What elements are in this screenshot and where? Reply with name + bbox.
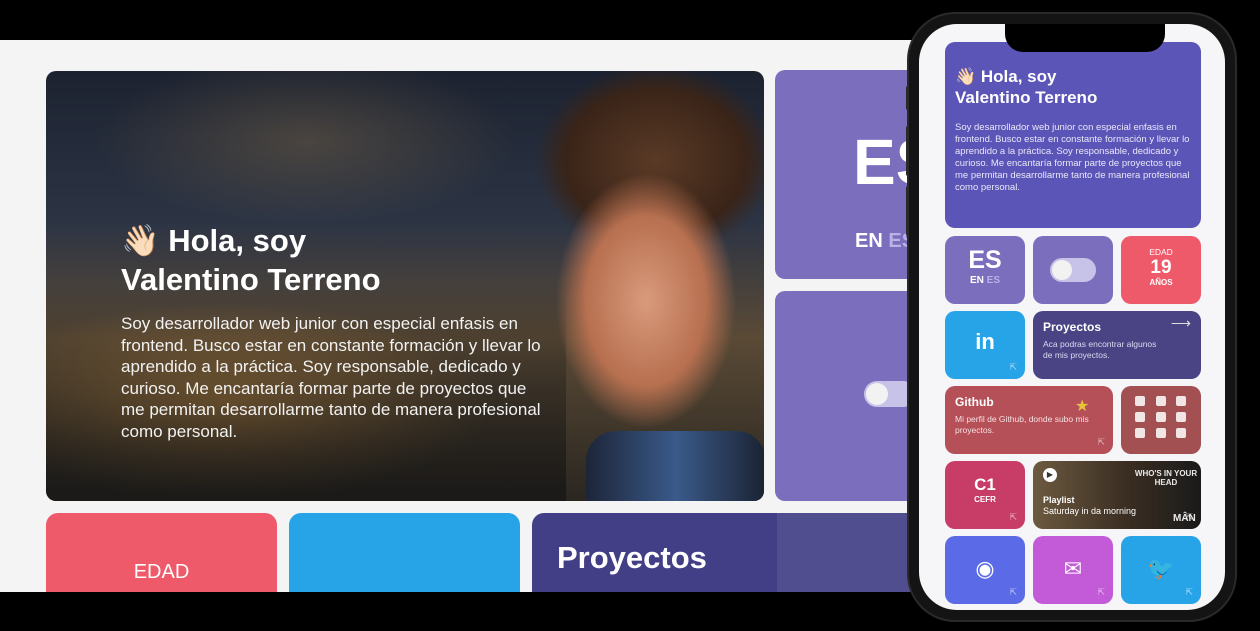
hero-description: Soy desarrollador web junior con especia… xyxy=(121,314,541,441)
mobile-github-card[interactable]: Github Mi perfil de Github, donde subo m… xyxy=(945,386,1113,454)
mobile-language-current: ES xyxy=(968,246,1002,274)
css3-icon xyxy=(1155,396,1166,406)
mobile-toggle-knob xyxy=(1052,260,1072,280)
js-icon xyxy=(1155,412,1166,422)
mobile-theme-toggle-card xyxy=(1033,236,1113,304)
star-icon: ★ xyxy=(1075,398,1090,415)
wave-icon: 👋🏻 xyxy=(121,223,160,258)
hero-text: 👋🏻 Hola, soy Valentino Terreno Soy desar… xyxy=(121,221,541,442)
age-label: EDAD xyxy=(133,561,190,583)
mobile-language-options: EN ES xyxy=(945,275,1025,286)
discord-icon: ◉ xyxy=(975,556,995,581)
external-link-icon: ⇱ xyxy=(1097,437,1105,447)
mail-icon: ✉ xyxy=(1063,556,1083,581)
external-link-icon: ⇱ xyxy=(1185,587,1193,597)
twitter-icon: 🐦 xyxy=(1147,556,1175,581)
play-icon[interactable]: ▶ xyxy=(1043,468,1057,482)
mobile-cefr-card[interactable]: C1 CEFR ⇱ xyxy=(945,461,1025,529)
linkedin-card[interactable] xyxy=(289,513,520,592)
phone-screen: 👋🏻 Hola, soy Valentino Terreno Soy desar… xyxy=(919,24,1225,610)
mobile-age-label: EDAD xyxy=(1149,247,1173,257)
puzzle-icon xyxy=(1135,428,1145,438)
external-link-icon: ⇱ xyxy=(1009,587,1017,597)
mobile-age-card: EDAD 19 AÑOS xyxy=(1121,236,1201,304)
mobile-hero-title-line2: Valentino Terreno xyxy=(955,88,1098,107)
hero-title-line2: Valentino Terreno xyxy=(121,262,381,297)
mobile-hero-title: 👋🏻 Hola, soy Valentino Terreno xyxy=(955,66,1097,108)
hero-armor xyxy=(586,431,764,501)
mobile-age-unit: AÑOS xyxy=(1149,278,1173,287)
git-icon xyxy=(1176,412,1187,422)
age-card: EDAD xyxy=(46,513,277,592)
app-icon xyxy=(1176,428,1187,438)
mobile-discord-card[interactable]: ◉ ⇱ xyxy=(945,536,1025,604)
projects-title: Proyectos xyxy=(557,540,707,575)
mobile-language-option-es[interactable]: ES xyxy=(987,275,1000,286)
theme-toggle-card xyxy=(775,291,930,501)
mobile-hero-card: 👋🏻 Hola, soy Valentino Terreno Soy desar… xyxy=(945,42,1201,228)
mobile-twitter-card[interactable]: 🐦 ⇱ xyxy=(1121,536,1201,604)
hero-title-line1: Hola, soy xyxy=(168,223,307,258)
desktop-preview: 👋🏻 Hola, soy Valentino Terreno Soy desar… xyxy=(0,40,930,592)
external-link-icon: ⇱ xyxy=(1009,512,1017,522)
mobile-hero-description: Soy desarrollador web junior con especia… xyxy=(955,122,1190,193)
mobile-theme-toggle[interactable] xyxy=(1050,258,1096,282)
phone-notch xyxy=(1005,24,1165,52)
toggle-knob xyxy=(866,383,888,405)
mobile-tech-stack-card xyxy=(1121,386,1201,454)
playlist-subtitle: Saturday in da morning xyxy=(1043,506,1137,516)
external-link-icon: ⇱ xyxy=(1009,362,1017,372)
linkedin-icon: in xyxy=(975,329,995,354)
mobile-projects-description: Aca podras encontrar algunos de mis proy… xyxy=(1043,339,1157,360)
projects-background-image xyxy=(777,513,930,592)
arrow-right-icon: ⟶ xyxy=(1170,315,1191,331)
hero-title: 👋🏻 Hola, soy Valentino Terreno xyxy=(121,221,541,299)
gear-icon xyxy=(1155,428,1166,438)
mobile-playlist-card[interactable]: ▶ Playlist Saturday in da morning WHO'S … xyxy=(1033,461,1201,529)
tech-icons-grid xyxy=(1135,396,1191,438)
image-icon xyxy=(1176,396,1187,406)
mobile-age-value: 19 xyxy=(1150,257,1172,278)
projects-card[interactable]: Proyectos xyxy=(532,513,930,592)
phone-frame: 👋🏻 Hola, soy Valentino Terreno Soy desar… xyxy=(909,14,1235,620)
mobile-language-option-en[interactable]: EN xyxy=(970,275,984,286)
angular-icon xyxy=(1135,412,1145,422)
mobile-hero-title-line1: 👋🏻 Hola, soy xyxy=(955,67,1057,86)
mobile-projects-title: Proyectos xyxy=(1043,320,1102,334)
hero-card: 👋🏻 Hola, soy Valentino Terreno Soy desar… xyxy=(46,71,764,501)
mobile-linkedin-card[interactable]: in ⇱ xyxy=(945,311,1025,379)
mobile-language-card[interactable]: ES EN ES xyxy=(945,236,1025,304)
mobile-email-card[interactable]: ✉ ⇱ xyxy=(1033,536,1113,604)
language-option-en[interactable]: EN xyxy=(855,230,883,252)
mobile-projects-card[interactable]: Proyectos Aca podras encontrar algunos d… xyxy=(1033,311,1201,379)
playlist-cover-text: WHO'S IN YOUR HEAD xyxy=(1134,469,1198,487)
cefr-label: CEFR xyxy=(974,495,996,504)
external-link-icon: ⇱ xyxy=(1097,587,1105,597)
external-link-icon: ⇱ xyxy=(1185,512,1193,522)
html5-icon xyxy=(1135,396,1145,406)
playlist-title: Playlist xyxy=(1043,495,1075,505)
cefr-level: C1 xyxy=(974,475,996,494)
mobile-github-title: Github xyxy=(955,395,994,409)
mobile-github-description: Mi perfil de Github, donde subo mis proy… xyxy=(955,414,1089,435)
